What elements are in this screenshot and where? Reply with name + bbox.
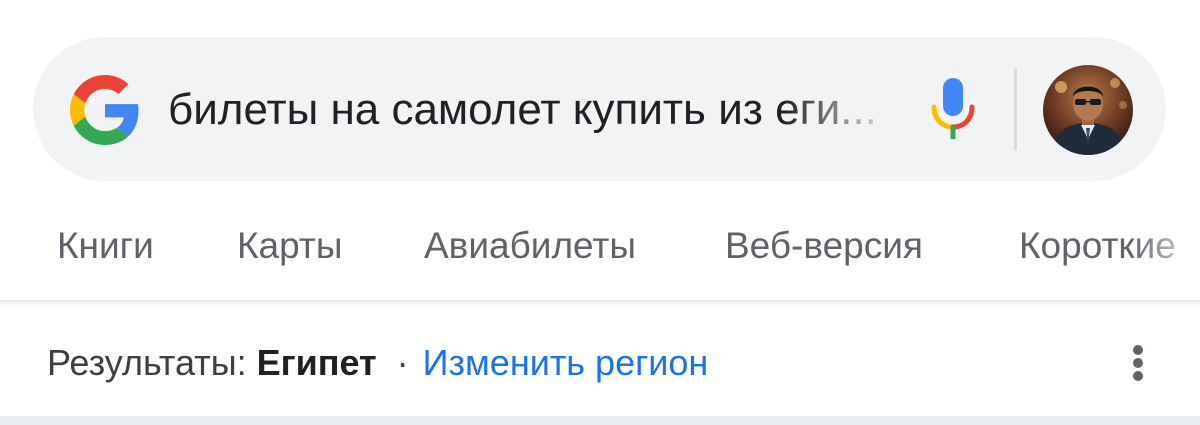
tab-short-videos[interactable]: Короткие: [1019, 224, 1176, 268]
avatar-photo: [1043, 65, 1133, 155]
tab-web[interactable]: Веб-версия: [725, 224, 923, 268]
section-divider: [0, 416, 1200, 425]
tabs-shadow: [0, 300, 1200, 306]
change-region-link[interactable]: Изменить регион: [423, 342, 709, 383]
google-g-icon[interactable]: [70, 75, 140, 145]
search-results-page: билеты на самолет купить из еги... Книги…: [0, 0, 1200, 425]
microphone-icon[interactable]: [927, 76, 979, 142]
avatar[interactable]: [1043, 65, 1133, 155]
region-separator: ·: [396, 342, 409, 383]
search-input[interactable]: билеты на самолет купить из еги...: [168, 80, 884, 140]
region-name: Египет: [256, 342, 377, 383]
region-info: Результаты: Египет · Изменить регион: [47, 340, 708, 386]
more-vert-icon[interactable]: [1121, 342, 1155, 384]
tab-maps[interactable]: Карты: [237, 224, 342, 268]
tab-flights[interactable]: Авиабилеты: [424, 224, 636, 268]
region-prefix: Результаты:: [47, 342, 257, 383]
search-tabs: Книги Карты Авиабилеты Веб-версия Коротк…: [0, 210, 1200, 282]
search-bar-divider: [1014, 68, 1017, 150]
tab-books[interactable]: Книги: [57, 224, 154, 268]
